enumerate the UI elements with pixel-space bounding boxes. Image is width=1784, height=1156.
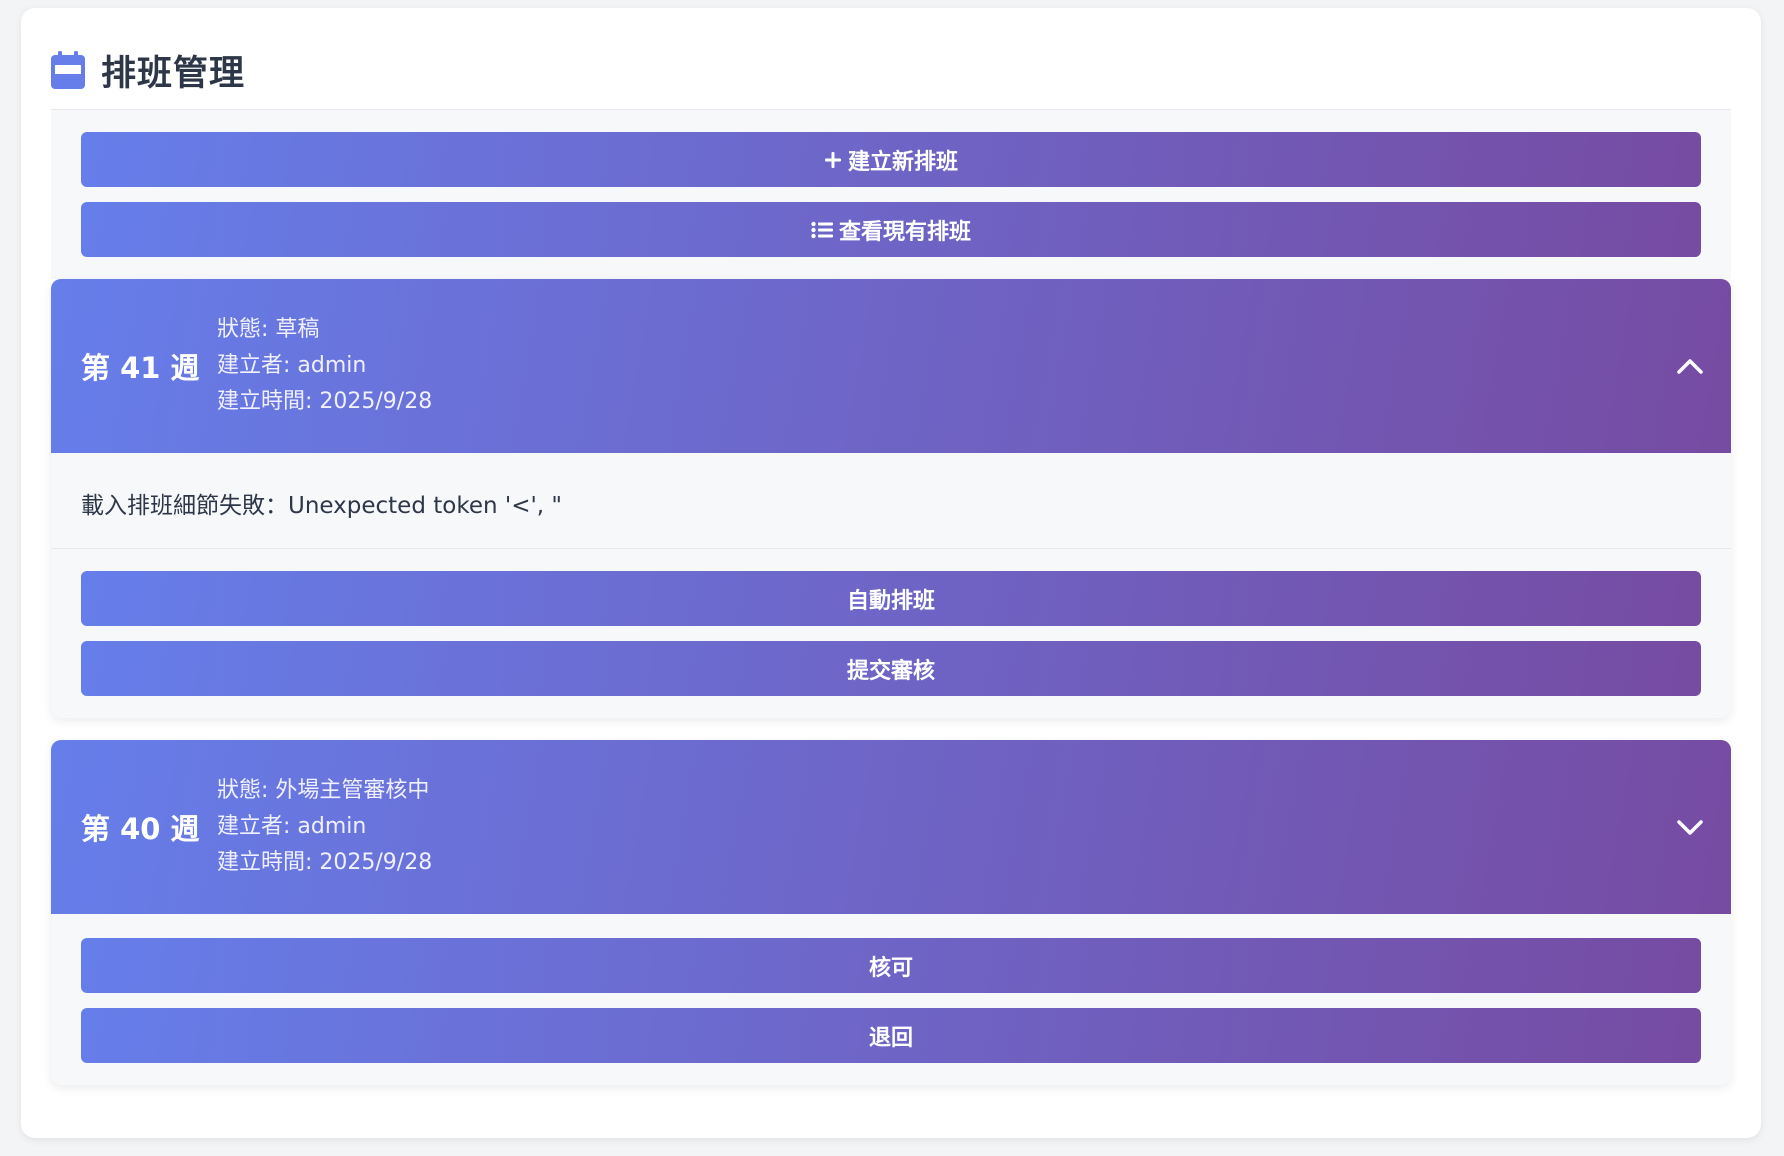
calendar-icon — [51, 51, 85, 89]
week-label: 第 40 週 — [81, 812, 200, 846]
schedule-created-at: 建立時間: 2025/9/28 — [217, 389, 433, 414]
schedule-actions: 自動排班 提交審核 — [51, 549, 1731, 718]
page-header: 排班管理 — [51, 40, 245, 100]
auto-schedule-button[interactable]: 自動排班 — [81, 571, 1701, 626]
schedule-creator: 建立者: admin — [217, 353, 367, 378]
chevron-down-icon[interactable] — [1675, 812, 1705, 842]
week-label: 第 41 週 — [81, 351, 200, 385]
reject-button[interactable]: 退回 — [81, 1008, 1701, 1063]
page-card: 排班管理 建立新排班 查看現有排班 第 41 週 狀態: 草稿 建立者: adm… — [21, 8, 1761, 1138]
schedule-actions: 核可 退回 — [51, 914, 1731, 1085]
schedule-card-week-40: 第 40 週 狀態: 外場主管審核中 建立者: admin 建立時間: 2025… — [51, 740, 1731, 1085]
submit-review-button[interactable]: 提交審核 — [81, 641, 1701, 696]
schedule-creator: 建立者: admin — [217, 814, 367, 839]
list-icon — [811, 221, 833, 239]
schedule-meta: 狀態: 外場主管審核中 建立者: admin 建立時間: 2025/9/28 — [217, 773, 432, 881]
create-schedule-button[interactable]: 建立新排班 — [81, 132, 1701, 187]
schedule-header-week-41[interactable]: 第 41 週 狀態: 草稿 建立者: admin 建立時間: 2025/9/28 — [51, 279, 1731, 453]
schedule-card-week-41: 第 41 週 狀態: 草稿 建立者: admin 建立時間: 2025/9/28… — [51, 279, 1731, 718]
schedule-meta: 狀態: 草稿 建立者: admin 建立時間: 2025/9/28 — [217, 312, 432, 420]
view-schedules-label: 查看現有排班 — [838, 219, 971, 245]
plus-icon — [824, 151, 842, 169]
main-content: 建立新排班 查看現有排班 第 41 週 狀態: 草稿 建立者: admin 建立… — [51, 109, 1731, 1085]
schedule-status: 狀態: 草稿 — [217, 317, 320, 342]
toolbar: 建立新排班 查看現有排班 — [51, 109, 1731, 279]
schedule-header-week-40[interactable]: 第 40 週 狀態: 外場主管審核中 建立者: admin 建立時間: 2025… — [51, 740, 1731, 914]
view-schedules-button[interactable]: 查看現有排班 — [81, 202, 1701, 257]
schedule-created-at: 建立時間: 2025/9/28 — [217, 850, 433, 875]
create-schedule-label: 建立新排班 — [847, 149, 958, 175]
error-message: 載入排班細節失敗：Unexpected token '<', " — [51, 453, 1731, 549]
schedule-status: 狀態: 外場主管審核中 — [217, 778, 430, 803]
page-title: 排班管理 — [101, 53, 246, 94]
chevron-up-icon[interactable] — [1675, 351, 1705, 381]
approve-button[interactable]: 核可 — [81, 938, 1701, 993]
